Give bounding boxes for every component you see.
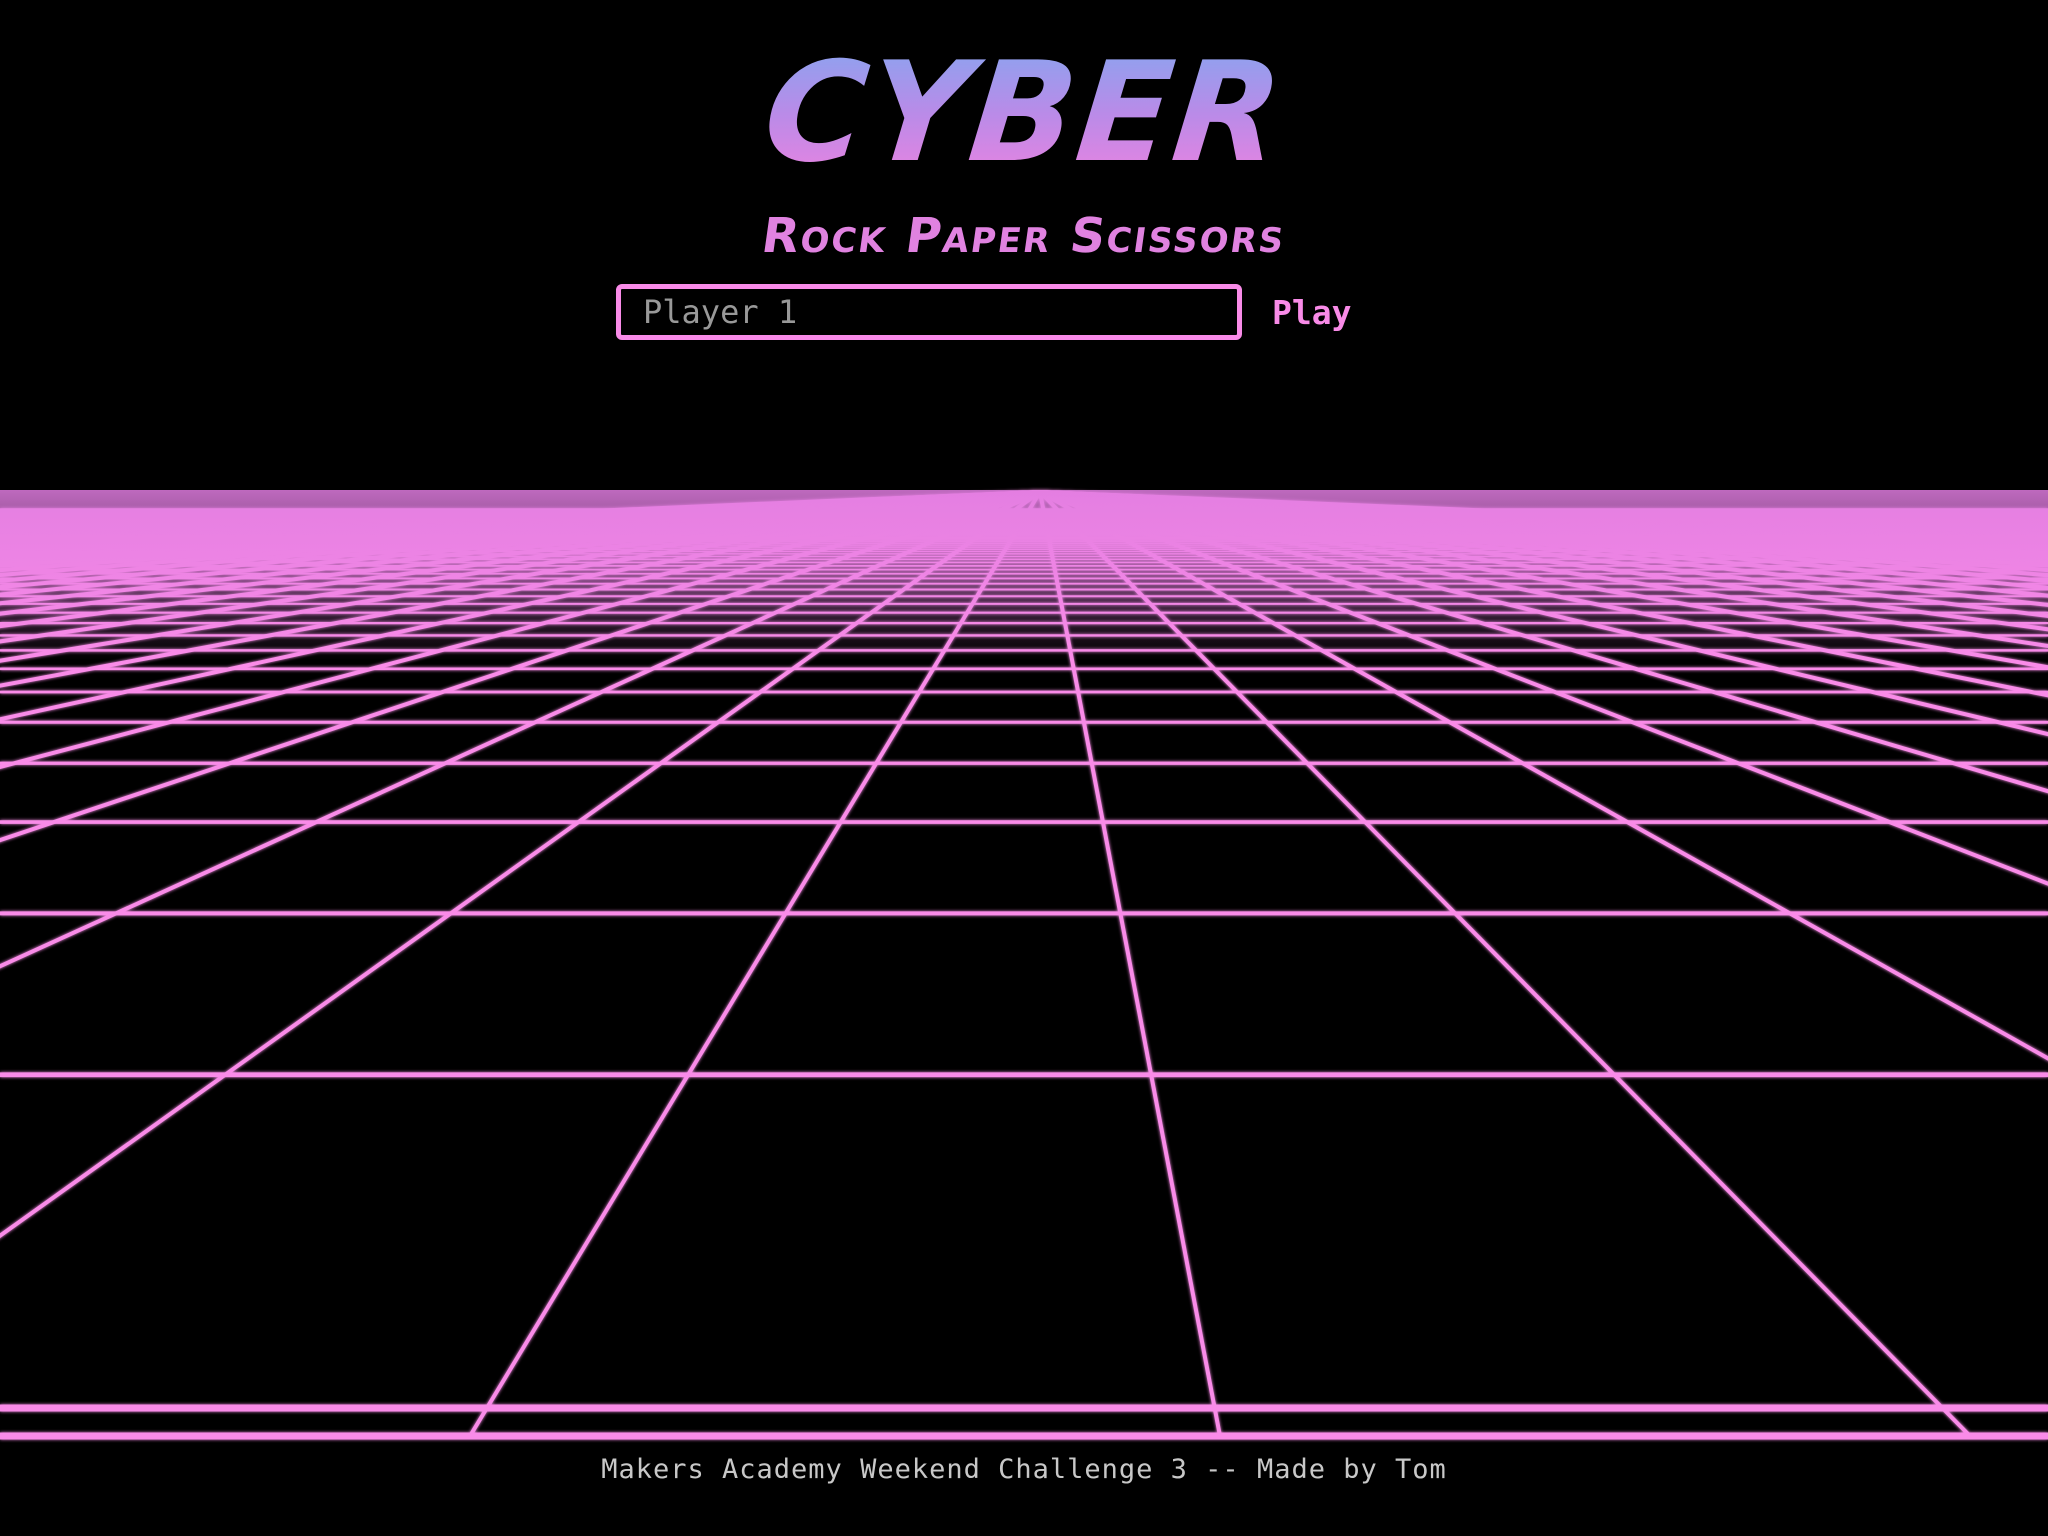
play-button[interactable]: Play bbox=[1272, 293, 1351, 332]
page-title: CYBER bbox=[0, 32, 2048, 193]
footer-credit: Makers Academy Weekend Challenge 3 -- Ma… bbox=[601, 1454, 1447, 1485]
player-form: Play bbox=[616, 284, 1351, 340]
page-subtitle: Rock Paper Scissors bbox=[758, 208, 1290, 264]
horizon-haze bbox=[0, 490, 2048, 660]
player-name-input[interactable] bbox=[616, 284, 1242, 340]
